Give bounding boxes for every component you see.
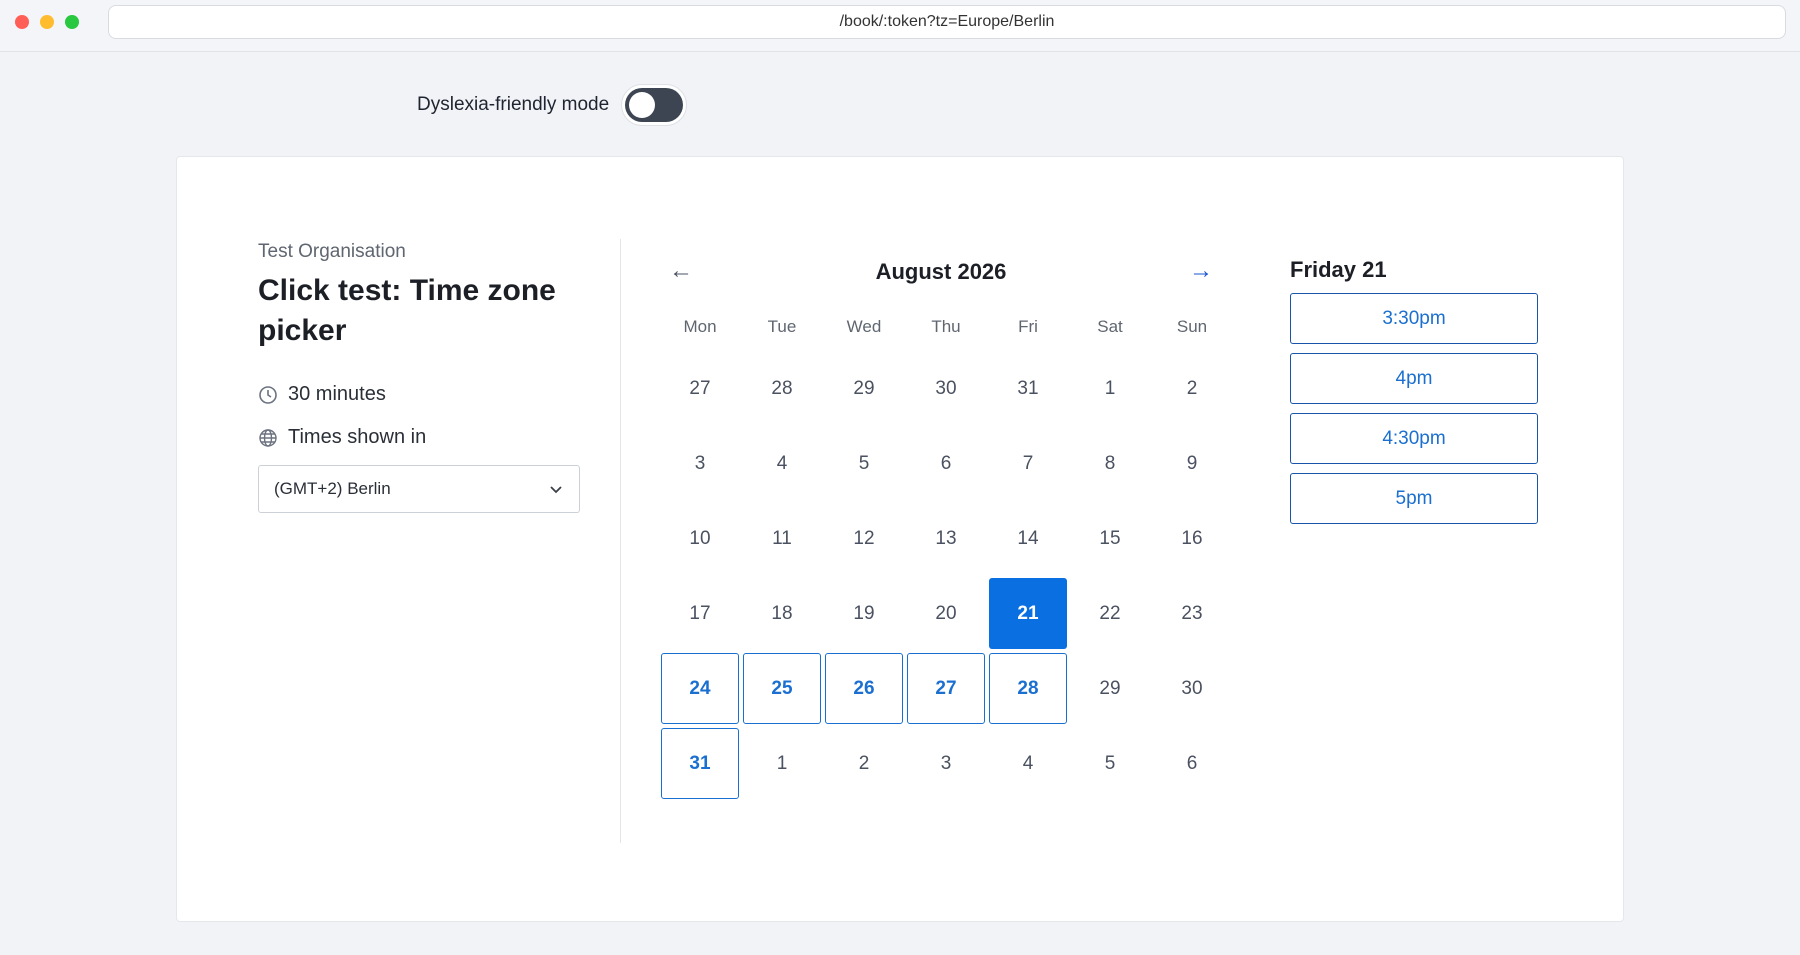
calendar-day: 27 xyxy=(689,377,711,399)
calendar-day: 4 xyxy=(1022,752,1034,774)
calendar-day: 19 xyxy=(853,602,875,624)
browser-toolbar: /book/:token?tz=Europe/Berlin xyxy=(0,0,1800,52)
close-window-button[interactable] xyxy=(15,15,29,29)
calendar-day: 15 xyxy=(1099,527,1121,549)
timezone-label: Times shown in xyxy=(288,426,427,448)
calendar-day-available[interactable]: 24 xyxy=(661,653,739,724)
calendar-day: 14 xyxy=(1017,527,1039,549)
duration-row: 30 minutes xyxy=(258,383,386,406)
calendar-day: 2 xyxy=(858,752,870,774)
calendar-day-available[interactable]: 28 xyxy=(989,653,1067,724)
dyslexia-toggle[interactable] xyxy=(621,84,688,126)
calendar-day: 30 xyxy=(1181,677,1203,699)
next-month-button[interactable]: → xyxy=(1181,251,1221,291)
calendar-day-available[interactable]: 27 xyxy=(907,653,985,724)
calendar-day: 3 xyxy=(940,752,952,774)
calendar-header: ← August 2026 → xyxy=(661,251,1221,291)
address-bar[interactable]: /book/:token?tz=Europe/Berlin xyxy=(108,5,1786,39)
clock-icon xyxy=(259,385,277,404)
calendar-day: 31 xyxy=(1017,377,1039,399)
event-title: Click test: Time zone picker xyxy=(258,274,556,347)
globe-icon xyxy=(259,428,277,447)
weekday-label: Sun xyxy=(1176,317,1208,336)
calendar-day-available[interactable]: 25 xyxy=(743,653,821,724)
timezone-value: (GMT+2) Berlin xyxy=(274,479,391,498)
timezone-select[interactable]: (GMT+2) Berlin xyxy=(258,465,580,513)
calendar-day: 28 xyxy=(771,377,793,399)
calendar-grid: 27 28 29 30 31 1 2 3 4 5 6 7 8 9 10 11 12 13 14 15 16 17 18 19 2… xyxy=(661,353,1233,799)
calendar-day: 13 xyxy=(935,527,957,549)
calendar-day: 8 xyxy=(1104,452,1116,474)
toggle-knob xyxy=(629,92,656,118)
calendar-day: 20 xyxy=(935,602,957,624)
weekday-label: Fri xyxy=(1018,317,1038,336)
calendar-day: 30 xyxy=(935,377,957,399)
minimize-window-button[interactable] xyxy=(40,15,54,29)
calendar-day: 1 xyxy=(1104,377,1116,399)
calendar-day-available[interactable]: 31 xyxy=(661,728,739,799)
calendar-day: 9 xyxy=(1186,452,1198,474)
calendar-day: 18 xyxy=(771,602,793,624)
column-divider xyxy=(620,239,621,843)
weekday-label: Mon xyxy=(683,317,717,336)
duration-text: 30 minutes xyxy=(288,383,386,405)
calendar-day: 7 xyxy=(1022,452,1034,474)
calendar-day: 6 xyxy=(1186,752,1198,774)
weekday-label: Sat xyxy=(1097,317,1123,336)
time-slot-list: 3:30pm 4pm 4:30pm 5pm xyxy=(1290,293,1538,533)
calendar-day: 10 xyxy=(689,527,711,549)
booking-card: Test Organisation Click test: Time zone … xyxy=(176,156,1624,922)
calendar-day: 23 xyxy=(1181,602,1203,624)
calendar-day-available[interactable]: 26 xyxy=(825,653,903,724)
selected-date-label: Friday 21 xyxy=(1290,257,1387,282)
weekday-label: Wed xyxy=(846,317,882,336)
calendar-day: 12 xyxy=(853,527,875,549)
weekday-header: Mon Tue Wed Thu Fri Sat Sun xyxy=(661,317,1233,337)
maximize-window-button[interactable] xyxy=(65,15,79,29)
timezone-row: Times shown in xyxy=(258,426,426,449)
calendar-day: 4 xyxy=(776,452,788,474)
dyslexia-setting: Dyslexia-friendly mode xyxy=(417,84,688,126)
calendar-day: 29 xyxy=(1099,677,1121,699)
calendar-day: 22 xyxy=(1099,602,1121,624)
month-label: August 2026 xyxy=(875,259,1007,284)
calendar-day: 29 xyxy=(853,377,875,399)
dyslexia-label: Dyslexia-friendly mode xyxy=(417,94,610,115)
calendar-day: 6 xyxy=(940,452,952,474)
time-slot-button[interactable]: 3:30pm xyxy=(1290,293,1538,344)
calendar-day: 2 xyxy=(1186,377,1198,399)
time-slot-button[interactable]: 4pm xyxy=(1290,353,1538,404)
calendar-day: 5 xyxy=(858,452,870,474)
weekday-label: Thu xyxy=(931,317,961,336)
calendar-day: 16 xyxy=(1181,527,1203,549)
calendar-day: 17 xyxy=(689,602,711,624)
calendar-day-selected[interactable]: 21 xyxy=(989,578,1067,649)
calendar-day: 11 xyxy=(772,527,792,549)
time-slot-button[interactable]: 4:30pm xyxy=(1290,413,1538,464)
weekday-label: Tue xyxy=(767,317,797,336)
arrow-right-icon: → xyxy=(1189,257,1213,284)
calendar-day: 1 xyxy=(776,752,788,774)
time-slot-button[interactable]: 5pm xyxy=(1290,473,1538,524)
toggle-track xyxy=(625,88,684,122)
chevron-down-icon xyxy=(550,486,562,494)
organisation-name: Test Organisation xyxy=(258,241,406,262)
calendar-day: 3 xyxy=(694,452,706,474)
calendar-day: 5 xyxy=(1104,752,1116,774)
